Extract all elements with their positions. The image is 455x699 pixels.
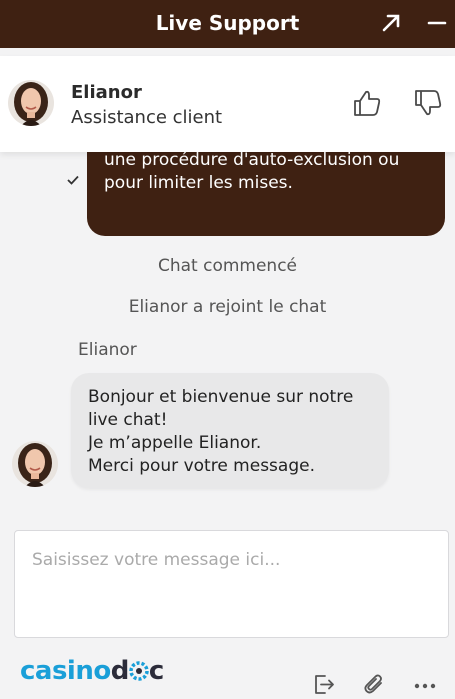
minimize-icon[interactable] <box>425 12 447 34</box>
incoming-message-text: Bonjour et bienvenue sur notre live chat… <box>88 387 354 476</box>
system-chat-started: Chat commencé <box>157 256 298 276</box>
agent-avatar <box>8 80 54 126</box>
message-input-box <box>14 530 449 638</box>
agent-role: Assistance client <box>71 107 223 128</box>
exit-icon[interactable] <box>312 672 336 696</box>
logo-text-c: c <box>148 656 164 686</box>
agent-card: Elianor Assistance client <box>0 56 455 152</box>
incoming-message: Bonjour et bienvenue sur notre live chat… <box>71 373 389 488</box>
sent-check-icon <box>67 175 79 185</box>
chat-transcript[interactable]: Je voulais savoir si vous proposez une p… <box>0 152 455 522</box>
thumbs-down-icon[interactable] <box>413 88 443 118</box>
chat-header: Live Support <box>0 0 455 48</box>
logo-text-casino: casino <box>20 656 111 686</box>
outgoing-message-text: Je voulais savoir si vous proposez une p… <box>104 152 400 193</box>
expand-icon[interactable] <box>380 12 402 34</box>
casinodoc-logo: casinod c <box>20 656 164 686</box>
incoming-avatar <box>12 441 58 487</box>
system-agent-joined: Elianor a rejoint le chat <box>128 297 327 317</box>
outgoing-message: Je voulais savoir si vous proposez une p… <box>87 152 445 236</box>
more-icon[interactable] <box>413 674 437 698</box>
incoming-sender-name: Elianor <box>78 340 137 360</box>
message-input[interactable] <box>15 531 448 637</box>
logo-text-d: d <box>110 656 130 686</box>
thumbs-up-icon[interactable] <box>352 88 382 118</box>
agent-name: Elianor <box>71 82 142 103</box>
paperclip-icon[interactable] <box>362 672 386 696</box>
logo-gear-icon <box>129 661 149 681</box>
